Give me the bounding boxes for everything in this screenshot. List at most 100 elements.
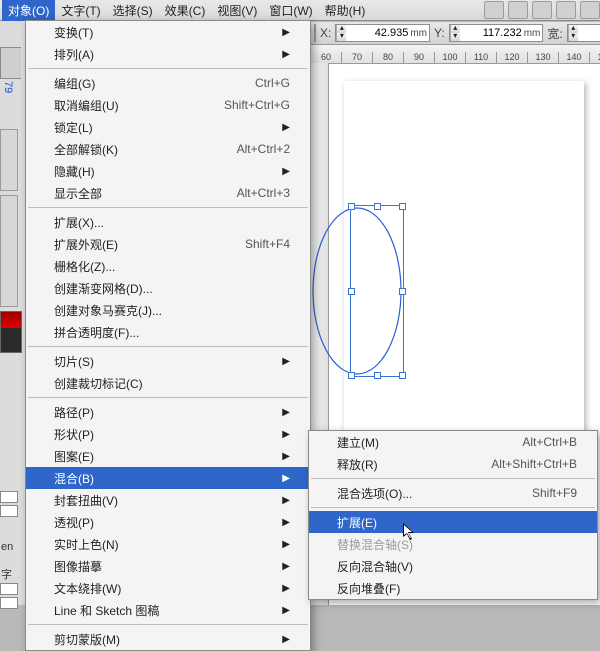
- submenu-arrow-icon: ▶: [282, 356, 290, 367]
- toolbar-icon-5[interactable]: [580, 1, 600, 19]
- selection-bounds[interactable]: [350, 205, 404, 377]
- doc-tab-edge[interactable]: [0, 47, 21, 79]
- menu-item[interactable]: 扩展外观(E) Shift+F4: [26, 233, 310, 255]
- handle-icon[interactable]: [374, 372, 381, 379]
- menu-item[interactable]: 扩展(X)...: [26, 211, 310, 233]
- handle-icon[interactable]: [399, 203, 406, 210]
- w-input[interactable]: [578, 27, 600, 39]
- menu-effect[interactable]: 效果(C): [159, 0, 212, 21]
- menu-item[interactable]: 切片(S)▶: [26, 350, 310, 372]
- menu-item-shortcut: Shift+F4: [245, 237, 290, 251]
- menu-item[interactable]: 排列(A)▶: [26, 43, 310, 65]
- toolbar-icon-1[interactable]: [484, 1, 504, 19]
- menu-help[interactable]: 帮助(H): [319, 0, 372, 21]
- menu-item[interactable]: 透视(P)▶: [26, 511, 310, 533]
- y-step-down-icon[interactable]: ▾: [450, 33, 460, 41]
- w-field[interactable]: ▴▾ mm: [567, 24, 600, 42]
- menu-text[interactable]: 文字(T): [55, 0, 106, 21]
- w-label: 宽:: [547, 25, 562, 42]
- ruler-horizontal[interactable]: 60 70 80 90 100 110 120 130 140 150 160 …: [310, 45, 600, 64]
- control-bar: X: ▴▾ mm Y: ▴▾ mm 宽: ▴▾ mm: [310, 22, 600, 45]
- reference-point-icon[interactable]: [314, 24, 316, 42]
- menu-separator: [28, 346, 308, 347]
- menu-item[interactable]: 路径(P)▶: [26, 401, 310, 423]
- submenu-arrow-icon: ▶: [282, 27, 290, 38]
- menu-item[interactable]: 混合(B)▶: [26, 467, 310, 489]
- menu-item[interactable]: Line 和 Sketch 图稿▶: [26, 599, 310, 621]
- menu-item[interactable]: 释放(R)Alt+Shift+Ctrl+B: [309, 453, 597, 475]
- menu-separator: [28, 624, 308, 625]
- menu-item[interactable]: 取消编组(U)Shift+Ctrl+G: [26, 94, 310, 116]
- menu-item[interactable]: 图像描摹▶: [26, 555, 310, 577]
- y-field[interactable]: ▴▾ mm: [449, 24, 544, 42]
- x-input[interactable]: [346, 27, 410, 39]
- menu-item[interactable]: 拼合透明度(F)...: [26, 321, 310, 343]
- menu-item[interactable]: 创建渐变网格(D)...: [26, 277, 310, 299]
- x-step-down-icon[interactable]: ▾: [336, 33, 346, 41]
- handle-icon[interactable]: [348, 372, 355, 379]
- menu-item-label: 图像描摹: [54, 558, 270, 575]
- menu-item[interactable]: 显示全部Alt+Ctrl+3: [26, 182, 310, 204]
- swatch-4[interactable]: [0, 597, 18, 609]
- x-unit: mm: [410, 28, 429, 39]
- menu-item[interactable]: 混合选项(O)...Shift+F9: [309, 482, 597, 504]
- menu-item-label: 释放(R): [337, 456, 461, 473]
- menu-item-shortcut: Shift+F9: [532, 486, 577, 500]
- menu-item-label: 扩展外观(E): [54, 236, 215, 253]
- menu-item[interactable]: 锁定(L)▶: [26, 116, 310, 138]
- menu-separator: [311, 478, 595, 479]
- handle-icon[interactable]: [374, 203, 381, 210]
- menu-item[interactable]: 文本绕排(W)▶: [26, 577, 310, 599]
- menu-item[interactable]: 反向混合轴(V): [309, 555, 597, 577]
- menu-item[interactable]: 扩展(E): [309, 511, 597, 533]
- menu-item[interactable]: 隐藏(H)▶: [26, 160, 310, 182]
- submenu-arrow-icon: ▶: [282, 495, 290, 506]
- panel-edge-2: [0, 195, 18, 307]
- menu-item[interactable]: 形状(P)▶: [26, 423, 310, 445]
- menu-item[interactable]: 实时上色(N)▶: [26, 533, 310, 555]
- submenu-arrow-icon: ▶: [282, 605, 290, 616]
- swatch-3[interactable]: [0, 583, 18, 595]
- menu-item[interactable]: 剪切蒙版(M) ▶: [26, 628, 310, 650]
- menu-select[interactable]: 选择(S): [107, 0, 159, 21]
- menu-item[interactable]: 创建对象马赛克(J)...: [26, 299, 310, 321]
- menu-item[interactable]: 建立(M) Alt+Ctrl+B: [309, 431, 597, 453]
- menu-item[interactable]: 编组(G)Ctrl+G: [26, 72, 310, 94]
- menu-object[interactable]: 对象(O): [2, 0, 55, 21]
- menu-item[interactable]: 图案(E)▶: [26, 445, 310, 467]
- menubar: 对象(O) 文字(T) 选择(S) 效果(C) 视图(V) 窗口(W) 帮助(H…: [0, 0, 600, 21]
- ruler-tick: 150: [589, 52, 600, 63]
- menu-item-label: 隐藏(H): [54, 163, 270, 180]
- ruler-tick: 80: [372, 52, 403, 63]
- toolbar-icon-2[interactable]: [508, 1, 528, 19]
- y-unit: mm: [524, 28, 543, 39]
- swatch-1[interactable]: [0, 491, 18, 503]
- swatch-2[interactable]: [0, 505, 18, 517]
- toolbar-icon-4[interactable]: [556, 1, 576, 19]
- menu-item-label: 建立(M): [337, 434, 492, 451]
- submenu-arrow-icon: ▶: [282, 634, 290, 645]
- handle-icon[interactable]: [399, 288, 406, 295]
- menu-item-label: 图案(E): [54, 448, 270, 465]
- handle-icon[interactable]: [348, 203, 355, 210]
- toolbar-icon-3[interactable]: [532, 1, 552, 19]
- ruler-tick: 90: [403, 52, 434, 63]
- menu-item-label: 拼合透明度(F)...: [54, 324, 290, 341]
- menu-item[interactable]: 封套扭曲(V)▶: [26, 489, 310, 511]
- y-input[interactable]: [460, 27, 524, 39]
- menu-view[interactable]: 视图(V): [211, 0, 263, 21]
- menu-item-label: 显示全部: [54, 185, 207, 202]
- menu-item[interactable]: 创建裁切标记(C): [26, 372, 310, 394]
- menu-item-label: 剪切蒙版(M): [54, 631, 270, 648]
- menu-window[interactable]: 窗口(W): [263, 0, 318, 21]
- menu-item[interactable]: 全部解锁(K)Alt+Ctrl+2: [26, 138, 310, 160]
- x-label: X:: [320, 26, 331, 40]
- menu-item[interactable]: 反向堆叠(F): [309, 577, 597, 599]
- menu-item[interactable]: 变换(T)▶: [26, 21, 310, 43]
- w-step-down-icon[interactable]: ▾: [568, 33, 578, 41]
- x-field[interactable]: ▴▾ mm: [335, 24, 430, 42]
- menu-item[interactable]: 栅格化(Z)...: [26, 255, 310, 277]
- handle-icon[interactable]: [399, 372, 406, 379]
- handle-icon[interactable]: [348, 288, 355, 295]
- menu-item-shortcut: Alt+Ctrl+B: [522, 435, 577, 449]
